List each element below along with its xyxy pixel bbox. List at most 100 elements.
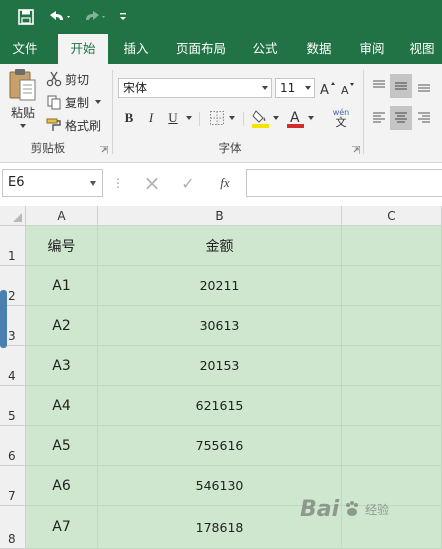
align-right-button[interactable] [414, 108, 434, 128]
tab-home[interactable]: 开始 [58, 34, 108, 64]
align-left-button[interactable] [370, 108, 388, 128]
tab-formulas[interactable]: 公式 [238, 34, 292, 64]
align-top-icon [373, 80, 385, 88]
formula-bar-grip-icon: ⋮ [112, 176, 124, 190]
redo-icon[interactable] [80, 5, 110, 29]
tab-data[interactable]: 数据 [294, 34, 344, 64]
svg-text:A: A [320, 83, 329, 97]
clipboard-launcher-icon[interactable] [100, 146, 108, 154]
fill-color-button[interactable] [249, 106, 281, 130]
borders-icon [210, 111, 224, 125]
cell-c4[interactable] [342, 346, 442, 386]
cut-button[interactable]: 剪切 [46, 70, 106, 88]
cell-a3[interactable]: A2 [26, 306, 98, 346]
row-header-6[interactable]: 6 [0, 426, 26, 466]
row-header-5[interactable]: 5 [0, 386, 26, 426]
cancel-icon[interactable]: × [140, 171, 164, 195]
row-header-1[interactable]: 1 [0, 226, 26, 266]
cell-b4[interactable]: 20153 [98, 346, 342, 386]
insert-function-button[interactable]: fx [212, 171, 238, 195]
cell-b6[interactable]: 755616 [98, 426, 342, 466]
copy-dropdown-icon[interactable] [95, 100, 102, 104]
align-top-button[interactable] [370, 76, 388, 96]
formula-input[interactable] [246, 169, 442, 197]
cut-label: 剪切 [65, 72, 90, 87]
fill-bucket-icon [251, 110, 269, 128]
selection-handle[interactable] [0, 290, 7, 348]
chevron-down-icon [186, 116, 192, 120]
chevron-down-icon [307, 116, 314, 120]
paste-button[interactable]: 粘贴 [4, 68, 42, 128]
phonetic-char: 文 [335, 115, 347, 129]
save-icon[interactable] [14, 5, 38, 29]
name-box[interactable]: E6 [2, 169, 103, 197]
cell-a6[interactable]: A5 [26, 426, 98, 466]
chevron-down-icon[interactable] [90, 181, 96, 186]
cell-a5[interactable]: A4 [26, 386, 98, 426]
format-painter-button[interactable]: 格式刷 [46, 116, 108, 134]
row-header-8[interactable]: 8 [0, 506, 26, 549]
cell-c2[interactable] [342, 266, 442, 306]
chevron-down-icon [229, 116, 235, 120]
cell-b5[interactable]: 621615 [98, 386, 342, 426]
align-center-button[interactable] [390, 106, 412, 130]
copy-icon [47, 95, 61, 110]
tab-view[interactable]: 视图 [402, 34, 442, 64]
decrease-font-size-button[interactable]: A [339, 78, 357, 98]
row-header-4[interactable]: 4 [0, 346, 26, 386]
cell-a7[interactable]: A6 [26, 466, 98, 506]
align-middle-button[interactable] [390, 74, 412, 98]
cell-c6[interactable] [342, 426, 442, 466]
cell-b1[interactable]: 金额 [98, 226, 342, 266]
watermark-brand: Bai [300, 496, 340, 522]
underline-button[interactable]: U [164, 108, 182, 128]
font-name-select[interactable]: 宋体 [118, 78, 272, 98]
watermark: Bai 经验 [300, 494, 440, 524]
tab-file[interactable]: 文件 [0, 34, 50, 64]
font-launcher-icon[interactable] [352, 146, 360, 154]
select-all-button[interactable] [0, 206, 26, 226]
cell-c5[interactable] [342, 386, 442, 426]
cell-a1[interactable]: 编号 [26, 226, 98, 266]
font-color-button[interactable]: A [284, 106, 316, 130]
undo-icon[interactable] [44, 5, 74, 29]
paste-dropdown-icon[interactable] [20, 124, 26, 128]
column-header-c[interactable]: C [342, 206, 442, 226]
italic-button[interactable]: I [142, 108, 160, 128]
chevron-down-icon [262, 86, 268, 90]
font-name-value: 宋体 [123, 81, 148, 95]
align-bottom-icon [418, 84, 430, 92]
font-color-icon: A [286, 110, 304, 128]
borders-button[interactable] [206, 108, 238, 128]
increase-font-icon: A [320, 82, 335, 97]
column-header-b[interactable]: B [98, 206, 342, 226]
chevron-down-icon [272, 116, 279, 120]
tab-review[interactable]: 审阅 [346, 34, 398, 64]
increase-font-size-button[interactable]: A [319, 78, 337, 98]
bold-button[interactable]: B [120, 108, 138, 128]
name-box-value: E6 [8, 175, 25, 190]
underline-dropdown[interactable] [184, 108, 194, 128]
font-size-select[interactable]: 11 [275, 78, 315, 98]
cell-c3[interactable] [342, 306, 442, 346]
font-size-value: 11 [280, 81, 296, 95]
tab-insert[interactable]: 插入 [110, 34, 162, 64]
cell-c1[interactable] [342, 226, 442, 266]
enter-icon[interactable]: ✓ [176, 171, 200, 195]
row-header-7[interactable]: 7 [0, 466, 26, 506]
cell-a4[interactable]: A3 [26, 346, 98, 386]
column-header-a[interactable]: A [26, 206, 98, 226]
ribbon-tabs: 文件 开始 插入 页面布局 公式 数据 审阅 视图 [0, 34, 442, 64]
cell-a2[interactable]: A1 [26, 266, 98, 306]
copy-button[interactable]: 复制 [46, 93, 108, 111]
cell-a8[interactable]: A7 [26, 506, 98, 549]
cell-b3[interactable]: 30613 [98, 306, 342, 346]
align-bottom-button[interactable] [414, 76, 434, 96]
cell-b2[interactable]: 20211 [98, 266, 342, 306]
phonetic-guide-button[interactable]: wén 文 [325, 106, 357, 130]
align-right-icon [418, 112, 430, 123]
svg-text:A: A [290, 110, 300, 126]
tab-page-layout[interactable]: 页面布局 [170, 34, 232, 64]
customize-qat-icon[interactable] [116, 5, 130, 29]
ribbon-home: 粘贴 剪切 复制 格式刷 剪贴板 宋体 11 A A B I U A wén 文… [0, 64, 442, 163]
